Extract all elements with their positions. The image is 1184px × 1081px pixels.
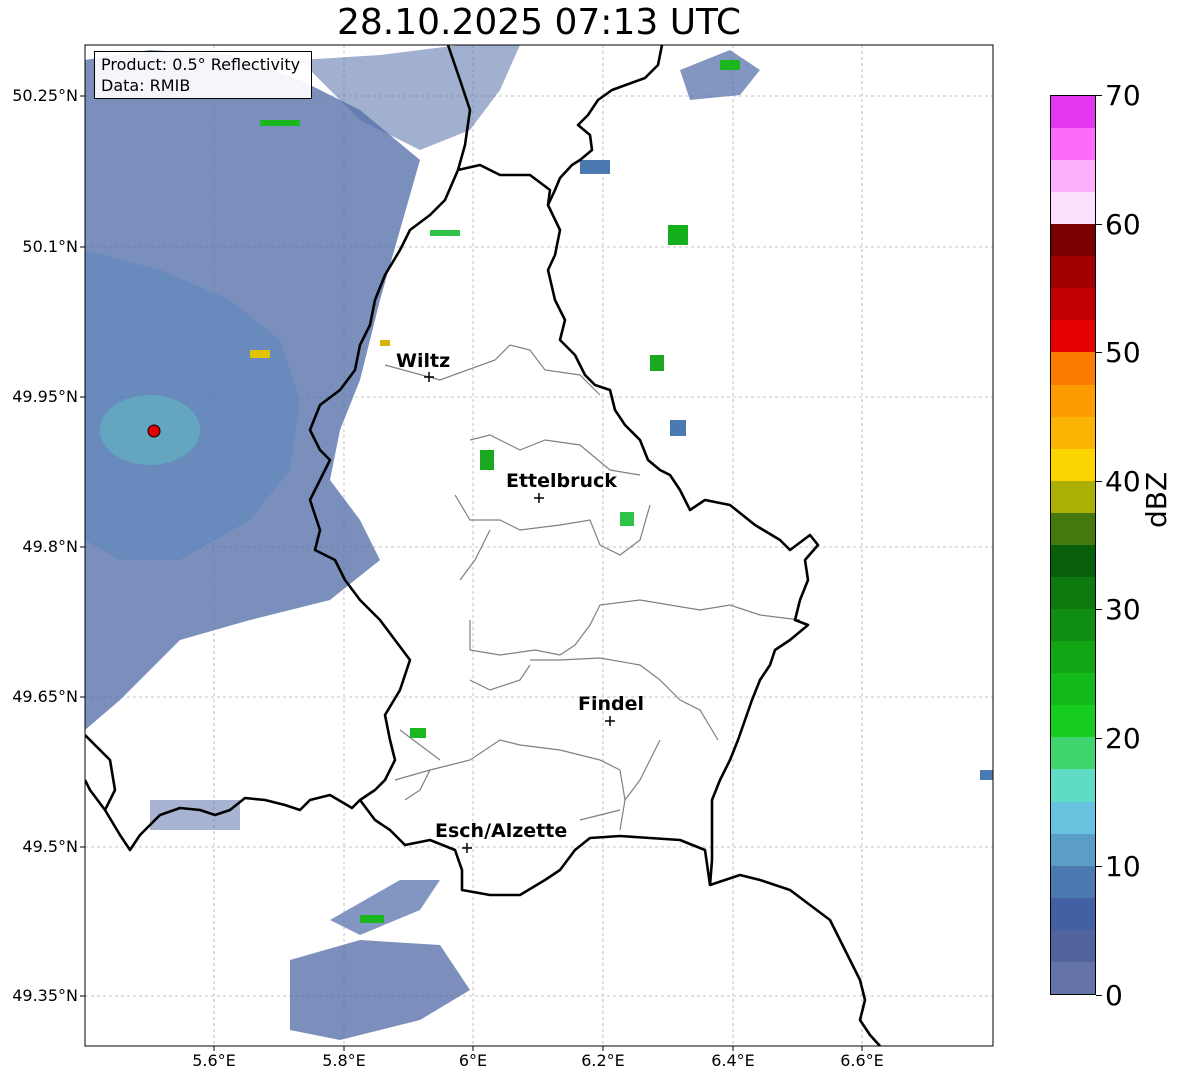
colorbar-tick-label: 60 [1105,208,1141,241]
city-label-esch-alzette: Esch/Alzette [435,820,568,842]
colorbar-segment [1051,127,1095,160]
colorbar-segment [1051,192,1095,225]
colorbar-segment [1051,95,1095,128]
colorbar-segment [1051,769,1095,802]
colorbar-segment [1051,705,1095,738]
colorbar-tick-label: 30 [1105,593,1141,626]
colorbar [1050,95,1096,995]
colorbar-segment [1051,512,1095,545]
colorbar-segment [1051,929,1095,962]
colorbar-tick-label: 40 [1105,465,1141,498]
colorbar-segment [1051,961,1095,994]
colorbar-tick-label: 0 [1105,979,1123,1012]
lat-label: 49.5°N [22,837,78,856]
colorbar-segment [1051,897,1095,930]
city-label-ettelbruck: Ettelbruck [506,470,617,492]
colorbar-segment [1051,544,1095,577]
lat-label: 49.35°N [12,986,78,1005]
radar-map [80,44,994,1051]
echo-south [290,940,470,1040]
colorbar-segment [1051,865,1095,898]
lon-label: 6.6°E [840,1051,884,1070]
colorbar-segment [1051,384,1095,417]
canton-borders [384,344,801,831]
colorbar-unit-label: dBZ [1140,471,1173,528]
colorbar-segment [1051,352,1095,385]
echo-southwest [330,880,440,935]
colorbar-segment [1051,256,1095,289]
lon-label: 6.4°E [711,1051,755,1070]
colorbar-tick-label: 20 [1105,722,1141,755]
data-source-line: Data: RMIB [101,76,191,95]
lon-label: 5.8°E [322,1051,366,1070]
map-title: 28.10.2025 07:13 UTC [336,2,742,43]
city-label-findel: Findel [578,693,645,715]
colorbar-segment [1051,320,1095,353]
colorbar-segment [1051,737,1095,770]
colorbar-tick-label: 10 [1105,850,1141,883]
colorbar-tick-label: 70 [1105,79,1141,112]
colorbar-segment [1051,673,1095,706]
lat-label: 49.8°N [22,537,78,556]
city-markers [424,372,615,853]
product-info-box: Product: 0.5° Reflectivity Data: RMIB [94,51,312,99]
lat-label: 50.25°N [12,86,78,105]
radar-echoes [85,45,993,1040]
lat-label: 49.95°N [12,387,78,406]
colorbar-segment [1051,448,1095,481]
lon-label: 6.2°E [581,1051,625,1070]
lon-label: 6°E [458,1051,488,1070]
city-label-wiltz: Wiltz [396,350,451,372]
colorbar-segment [1051,801,1095,834]
colorbar-segment [1051,609,1095,642]
colorbar-segment [1051,288,1095,321]
product-line: Product: 0.5° Reflectivity [101,55,301,74]
lat-label: 49.65°N [12,687,78,706]
colorbar-segment [1051,576,1095,610]
colorbar-segment [1051,416,1095,449]
colorbar-tick-label: 50 [1105,336,1141,369]
echo-ne [680,50,760,100]
lon-label: 5.6°E [192,1051,236,1070]
colorbar-segment [1051,833,1095,866]
colorbar-segment [1051,480,1095,513]
colorbar-segment [1051,641,1095,674]
radar-site-marker [147,424,161,438]
colorbar-segment [1051,159,1095,193]
lat-label: 50.1°N [22,237,78,256]
colorbar-segment [1051,224,1095,257]
